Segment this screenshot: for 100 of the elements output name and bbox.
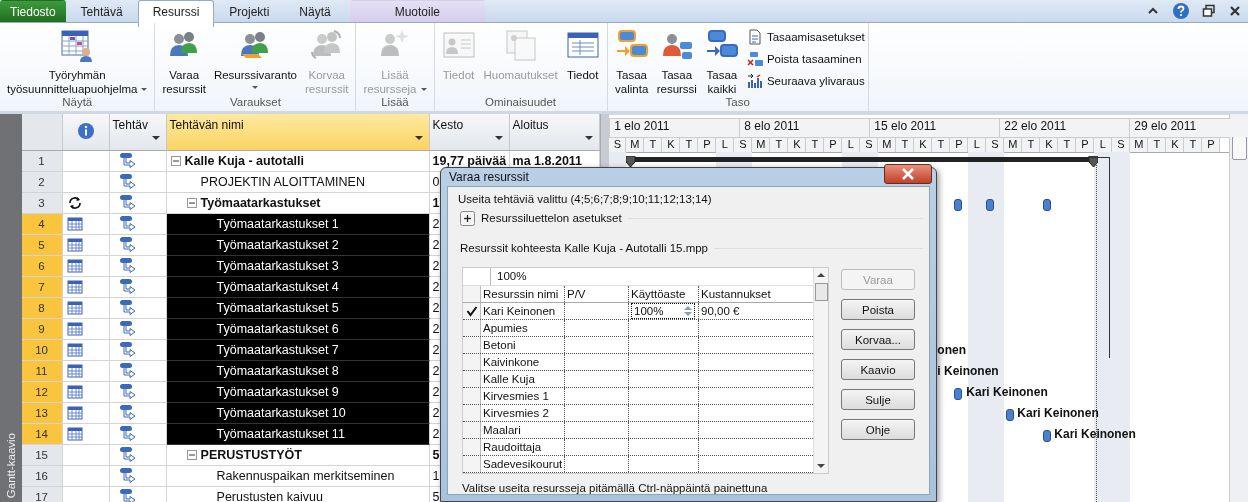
filter-caret-icon[interactable]	[414, 136, 423, 140]
check-cell[interactable]	[463, 371, 481, 387]
task-name[interactable]: Työmaatarkastukset 5	[166, 298, 430, 319]
check-cell[interactable]	[463, 320, 481, 336]
row-number[interactable]: 5	[21, 235, 63, 256]
row-number[interactable]: 7	[21, 277, 63, 298]
spinner-arrows-icon[interactable]	[682, 304, 694, 318]
ribbon-button[interactable]: Tasaa valinta	[610, 28, 653, 96]
check-cell[interactable]	[463, 337, 481, 353]
entry-field[interactable]: 100%	[490, 268, 533, 285]
task-name[interactable]: Rakennuspaikan merkitseminen	[166, 466, 430, 487]
task-name[interactable]: Kalle Kuja - autotalli	[166, 151, 430, 172]
row-number[interactable]: 15	[21, 445, 63, 466]
column-header[interactable]: Aloitus	[509, 114, 600, 150]
dialog-button[interactable]: Ohje	[841, 419, 915, 440]
header-cell[interactable]	[62, 114, 110, 150]
ribbon-tab[interactable]: Tehtävä	[65, 0, 138, 22]
scroll-down-icon[interactable]	[816, 462, 826, 470]
check-cell[interactable]	[463, 388, 481, 404]
filter-caret-icon[interactable]	[151, 136, 160, 140]
ribbon-button[interactable]: Poista tasaaminen	[746, 50, 865, 68]
collapse-toggle-icon[interactable]	[186, 198, 197, 208]
column-header[interactable]: Tehtävän nimi	[166, 114, 430, 150]
check-cell[interactable]	[463, 439, 481, 455]
filter-caret-icon[interactable]	[584, 136, 593, 140]
dialog-button[interactable]: Korvaa...	[841, 329, 915, 350]
expand-toggle-icon[interactable]	[460, 210, 475, 226]
scrollbar[interactable]	[1229, 114, 1248, 502]
task-name[interactable]: Työmaatarkastukset 1	[166, 214, 430, 235]
row-number[interactable]: 2	[21, 172, 63, 193]
check-cell[interactable]	[463, 303, 481, 319]
resource-name[interactable]: Maalari	[481, 422, 565, 438]
task-bar[interactable]	[1006, 409, 1015, 421]
scroll-thumb[interactable]	[814, 283, 828, 301]
dialog-button[interactable]: Poista	[841, 299, 915, 320]
resource-name[interactable]: Betoni	[481, 337, 565, 353]
close-button[interactable]	[884, 164, 932, 184]
ribbon-button[interactable]: Seuraava ylivaraus	[746, 72, 865, 90]
task-name[interactable]: PROJEKTIN ALOITTAMINEN	[166, 172, 430, 193]
collapse-toggle-icon[interactable]	[186, 450, 197, 460]
summary-bar[interactable]	[626, 156, 1099, 168]
task-name[interactable]: Työmaatarkastukset 8	[166, 361, 430, 382]
row-number[interactable]: 3	[21, 193, 63, 214]
row-number[interactable]: 14	[21, 424, 63, 445]
collapse-toggle-icon[interactable]	[170, 156, 181, 166]
task-bar[interactable]	[986, 199, 995, 211]
restore-icon[interactable]	[1202, 4, 1216, 18]
check-cell[interactable]	[463, 354, 481, 370]
close-icon[interactable]	[1228, 4, 1242, 18]
ribbon-button[interactable]: Varaa resurssit	[158, 28, 210, 96]
ribbon-tab[interactable]: Näytä	[284, 0, 346, 22]
task-name[interactable]: Työmaatarkastukset 11	[166, 424, 430, 445]
task-name[interactable]: Perustusten kaivuu	[166, 487, 430, 502]
ribbon-button[interactable]: Tasaa resurssi	[652, 28, 701, 96]
task-name[interactable]: Työmaatarkastukset 7	[166, 340, 430, 361]
row-number[interactable]: 1	[21, 151, 63, 172]
dialog-button[interactable]: Sulje	[841, 389, 915, 410]
view-label[interactable]: Gantt-kaavio	[4, 426, 17, 502]
task-name[interactable]: Työmaatarkastukset 2	[166, 235, 430, 256]
ribbon-tab[interactable]: Tiedosto	[0, 0, 66, 22]
task-name[interactable]: Työmaatarkastukset 6	[166, 319, 430, 340]
help-icon[interactable]	[1172, 2, 1190, 20]
column-header[interactable]: Tehtäv	[109, 114, 167, 150]
task-name[interactable]: Työmaatarkastukset 9	[166, 382, 430, 403]
task-name[interactable]: Työmaatarkastukset 3	[166, 256, 430, 277]
resource-name[interactable]: Kari Keinonen	[481, 303, 565, 319]
units-spinner[interactable]: 100%	[631, 303, 695, 319]
row-number[interactable]: 8	[21, 298, 63, 319]
task-bar[interactable]	[954, 388, 963, 400]
resource-name[interactable]: Kalle Kuja	[481, 371, 565, 387]
ribbon-button[interactable]: Tasaamisasetukset	[746, 28, 865, 46]
task-bar[interactable]	[954, 199, 963, 211]
task-bar[interactable]	[1043, 430, 1052, 442]
task-bar[interactable]	[1043, 199, 1052, 211]
resource-name[interactable]: Raudoittaja	[481, 439, 565, 455]
row-number[interactable]: 11	[21, 361, 63, 382]
resource-name[interactable]: Kirvesmies 2	[481, 405, 565, 421]
resource-name[interactable]: Apumies	[481, 320, 565, 336]
resource-name[interactable]: Sadevesikourut	[481, 456, 565, 472]
row-number[interactable]: 13	[21, 403, 63, 424]
scroll-thumb[interactable]	[1231, 136, 1247, 160]
ribbon-tab[interactable]: Resurssi	[137, 0, 215, 27]
filter-caret-icon[interactable]	[494, 136, 503, 140]
ribbon-button[interactable]: Resurssivaranto	[209, 28, 301, 89]
ribbon-button[interactable]: Työryhmän työsuunnitteluapuohjelma	[3, 28, 152, 96]
row-number[interactable]: 16	[21, 466, 63, 487]
row-number[interactable]: 4	[21, 214, 63, 235]
row-number[interactable]: 17	[21, 487, 63, 502]
task-name[interactable]: Työmaatarkastukset 4	[166, 277, 430, 298]
check-cell[interactable]	[463, 405, 481, 421]
task-name[interactable]: Työmaatarkastukset 10	[166, 403, 430, 424]
ribbon-button[interactable]: Tasaa kaikki	[700, 28, 743, 96]
check-cell[interactable]	[463, 456, 481, 472]
task-name[interactable]: PERUSTUSTYÖT	[166, 445, 430, 466]
row-number[interactable]: 9	[21, 319, 63, 340]
resource-name[interactable]: Kirvesmies 1	[481, 388, 565, 404]
check-cell[interactable]	[463, 422, 481, 438]
column-header[interactable]: Kesto	[429, 114, 510, 150]
resource-name[interactable]: Kaivinkone	[481, 354, 565, 370]
row-number[interactable]: 12	[21, 382, 63, 403]
